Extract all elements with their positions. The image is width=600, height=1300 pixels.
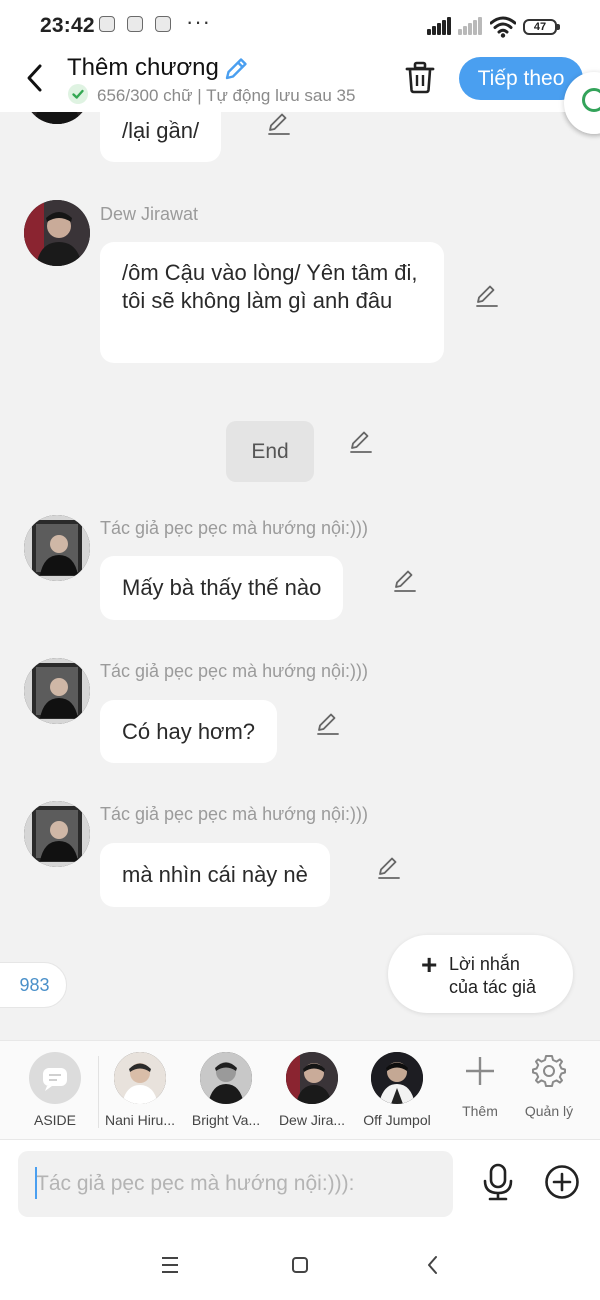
plus-icon: [466, 1057, 494, 1085]
message-bubble[interactable]: Có hay hơm?: [100, 700, 278, 763]
battery-icon: 47: [523, 19, 557, 35]
notification-app-icon: [99, 16, 115, 32]
sender-avatar[interactable]: [24, 515, 90, 581]
recent-apps-icon[interactable]: [155, 1252, 185, 1278]
back-button-overlay[interactable]: [20, 60, 50, 96]
author-note-line1: Lời nhắn: [449, 954, 520, 974]
signal-icon: [427, 17, 451, 35]
character-bright[interactable]: Bright Va...: [183, 1050, 269, 1134]
plus-icon: +: [421, 949, 438, 980]
home-icon[interactable]: [285, 1252, 315, 1278]
sender-avatar[interactable]: [24, 801, 90, 867]
character-off[interactable]: Off Jumpol: [354, 1050, 440, 1134]
character-avatar: [286, 1052, 338, 1104]
floating-widget-icon: [582, 88, 600, 112]
chat-bubble-icon: [29, 1052, 81, 1104]
sender-name: Dew Jirawat: [100, 204, 199, 224]
saved-check-icon: [68, 84, 88, 104]
edit-message-icon[interactable]: [392, 568, 418, 594]
manage-button[interactable]: Quản lý: [506, 1050, 592, 1134]
character-label: Bright Va...: [191, 1112, 261, 1128]
message-bubble[interactable]: /ôm Cậu vào lòng/ Yên tâm đi, tôi sẽ khô…: [100, 242, 444, 363]
count-badge[interactable]: 983: [0, 962, 67, 1008]
edit-marker-icon[interactable]: [348, 429, 374, 455]
character-label: Dew Jira...: [278, 1112, 346, 1128]
edit-message-icon[interactable]: [474, 283, 500, 309]
page-title-overlay: Thêm chương: [67, 54, 219, 81]
add-attachment-button[interactable]: [544, 1164, 580, 1200]
notification-app-icon: [127, 16, 143, 32]
author-note-label: Lời nhắn của tác giả: [449, 953, 536, 999]
battery-tip: [557, 24, 560, 30]
author-note-line2: của tác giả: [449, 977, 537, 997]
character-dew[interactable]: Dew Jira...: [269, 1050, 355, 1134]
character-avatar: [371, 1052, 423, 1104]
wifi-icon: [490, 16, 516, 38]
word-count-status-overlay: 656/300 chữ | Tự động lưu sau 35: [97, 86, 356, 105]
character-avatar: [200, 1052, 252, 1104]
sender-name: Tác giả pẹc pẹc mà hướng nội:))): [100, 804, 368, 824]
character-label: ASIDE: [33, 1112, 76, 1128]
gear-icon: [532, 1055, 566, 1087]
manage-label: Quản lý: [524, 1103, 574, 1119]
sender-name: Tác giả pẹc pẹc mà hướng nội:))): [100, 661, 368, 681]
edit-title-icon[interactable]: [222, 55, 250, 83]
text-caret: [35, 1167, 37, 1199]
character-nani[interactable]: Nani Hiru...: [97, 1050, 183, 1134]
end-marker[interactable]: End: [226, 421, 314, 482]
character-label: Off Jumpol: [363, 1112, 431, 1128]
signal-off-icon: [458, 17, 486, 35]
edit-message-icon[interactable]: [376, 855, 402, 881]
message-input[interactable]: [18, 1151, 453, 1217]
sender-name: Tác giả pẹc pẹc mà hướng nội:))): [100, 518, 368, 538]
character-avatar: [114, 1052, 166, 1104]
sender-avatar[interactable]: [24, 658, 90, 724]
edit-message-icon[interactable]: [266, 111, 292, 137]
sender-avatar[interactable]: [24, 200, 90, 266]
message-bubble[interactable]: mà nhìn cái này nè: [100, 843, 330, 907]
character-label: Nani Hiru...: [104, 1112, 176, 1128]
status-time: 23:42: [40, 14, 95, 37]
microphone-button[interactable]: [480, 1162, 516, 1202]
delete-button-overlay[interactable]: [404, 60, 436, 94]
system-back-icon[interactable]: [418, 1252, 448, 1278]
character-aside[interactable]: ASIDE: [12, 1050, 98, 1134]
more-notifications-icon: ···: [186, 9, 211, 34]
edit-message-icon[interactable]: [315, 711, 341, 737]
message-bubble[interactable]: Mấy bà thấy thế nào: [100, 556, 344, 620]
notification-app-icon: [155, 16, 171, 32]
